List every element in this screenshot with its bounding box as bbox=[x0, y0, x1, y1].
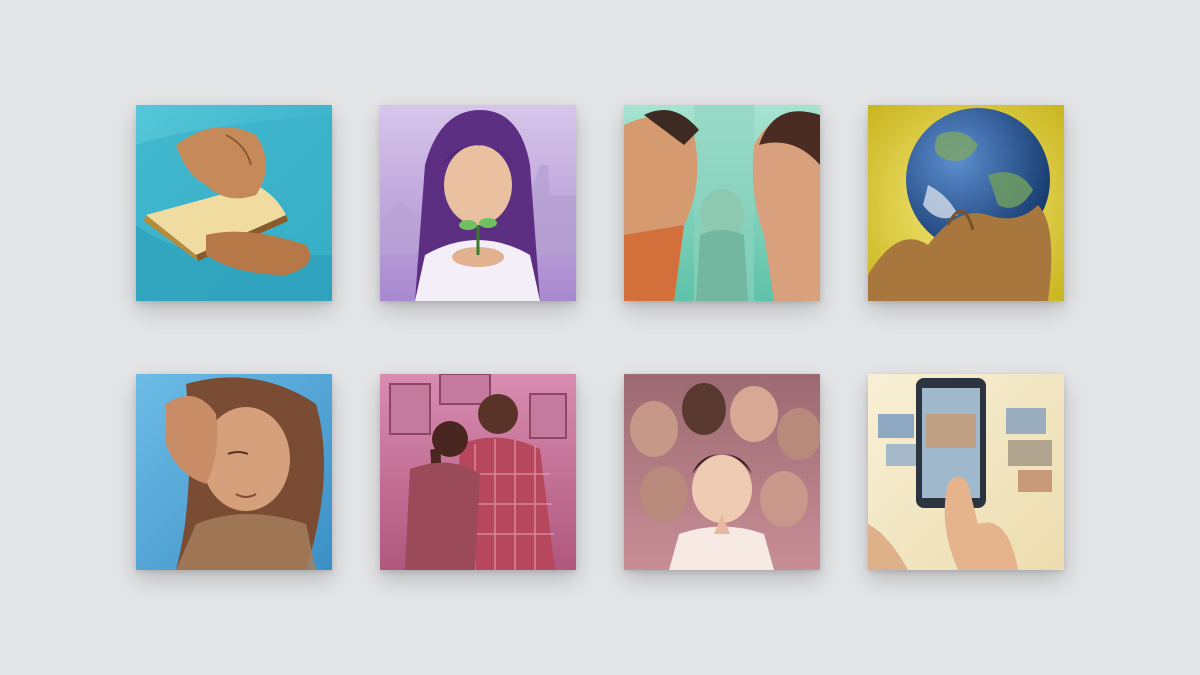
grieving-woman-illustration bbox=[136, 374, 332, 570]
embracing-couple-illustration bbox=[380, 374, 576, 570]
phone-videos-illustration bbox=[868, 374, 1064, 570]
tile-bible-reading[interactable] bbox=[136, 105, 332, 301]
tile-embracing-couple[interactable] bbox=[380, 374, 576, 570]
family-conflict-illustration bbox=[624, 105, 820, 301]
tile-family-conflict[interactable] bbox=[624, 105, 820, 301]
tile-earth-in-hands[interactable] bbox=[868, 105, 1064, 301]
tile-grieving-woman[interactable] bbox=[136, 374, 332, 570]
earth-hands-illustration bbox=[868, 105, 1064, 301]
praying-group-illustration bbox=[624, 374, 820, 570]
illustration-gallery bbox=[136, 105, 1064, 570]
tile-girl-with-seedling[interactable] bbox=[380, 105, 576, 301]
tile-phone-videos[interactable] bbox=[868, 374, 1064, 570]
tile-praying-group[interactable] bbox=[624, 374, 820, 570]
bible-reading-illustration bbox=[136, 105, 332, 301]
girl-seedling-illustration bbox=[380, 105, 576, 301]
